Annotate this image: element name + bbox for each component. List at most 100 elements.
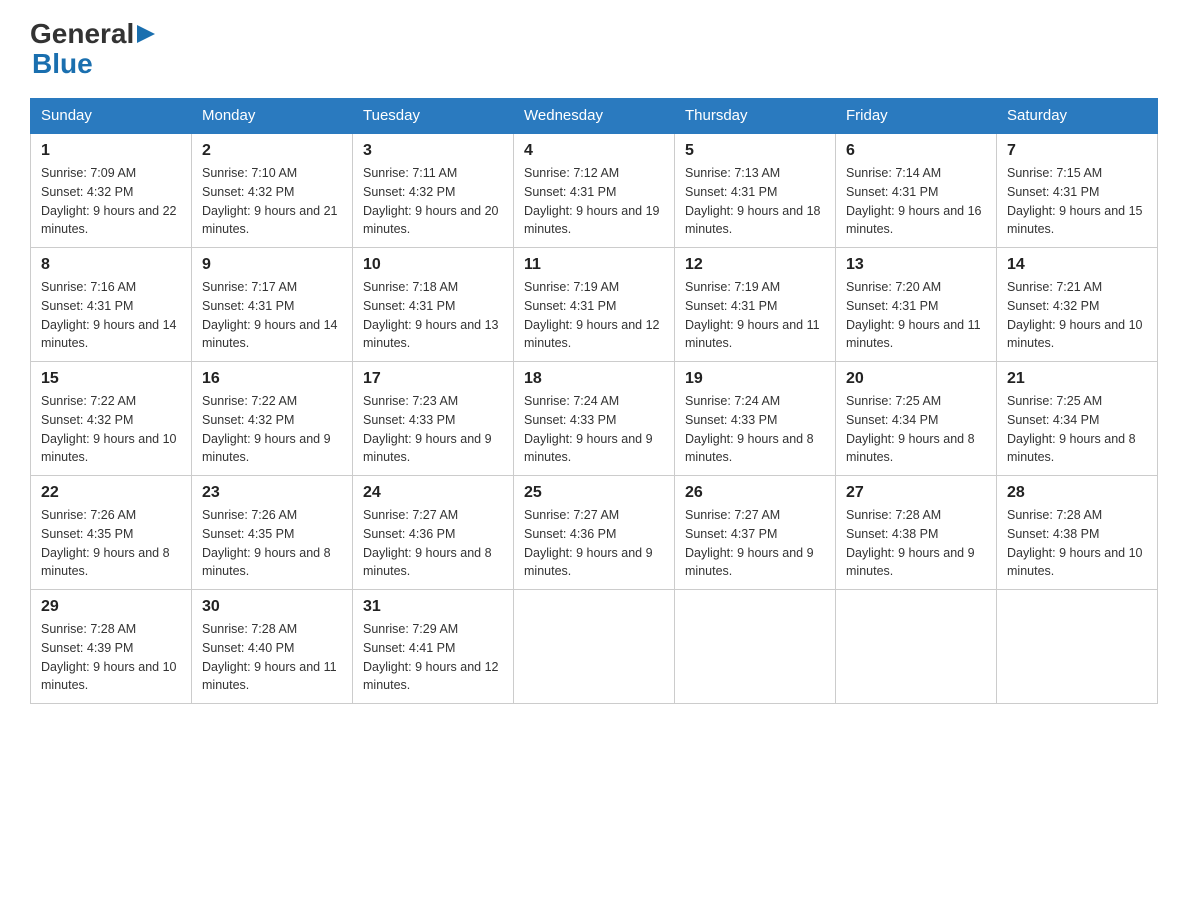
calendar-header-row: SundayMondayTuesdayWednesdayThursdayFrid… [31, 99, 1158, 134]
day-info: Sunrise: 7:25 AM Sunset: 4:34 PM Dayligh… [1007, 392, 1147, 467]
day-info: Sunrise: 7:10 AM Sunset: 4:32 PM Dayligh… [202, 164, 342, 239]
day-info: Sunrise: 7:14 AM Sunset: 4:31 PM Dayligh… [846, 164, 986, 239]
calendar-week-row: 22 Sunrise: 7:26 AM Sunset: 4:35 PM Dayl… [31, 476, 1158, 590]
calendar-day-cell: 21 Sunrise: 7:25 AM Sunset: 4:34 PM Dayl… [997, 362, 1158, 476]
calendar-header-monday: Monday [192, 99, 353, 134]
calendar-day-cell: 18 Sunrise: 7:24 AM Sunset: 4:33 PM Dayl… [514, 362, 675, 476]
day-number: 9 [202, 256, 342, 274]
calendar-header-saturday: Saturday [997, 99, 1158, 134]
day-number: 3 [363, 142, 503, 160]
day-number: 13 [846, 256, 986, 274]
calendar-day-cell: 1 Sunrise: 7:09 AM Sunset: 4:32 PM Dayli… [31, 133, 192, 248]
day-number: 2 [202, 142, 342, 160]
day-number: 19 [685, 370, 825, 388]
calendar-day-cell: 12 Sunrise: 7:19 AM Sunset: 4:31 PM Dayl… [675, 248, 836, 362]
day-info: Sunrise: 7:25 AM Sunset: 4:34 PM Dayligh… [846, 392, 986, 467]
day-number: 20 [846, 370, 986, 388]
day-number: 15 [41, 370, 181, 388]
calendar-day-cell: 20 Sunrise: 7:25 AM Sunset: 4:34 PM Dayl… [836, 362, 997, 476]
calendar-day-cell: 26 Sunrise: 7:27 AM Sunset: 4:37 PM Dayl… [675, 476, 836, 590]
calendar-day-cell [675, 590, 836, 704]
calendar-day-cell [836, 590, 997, 704]
calendar-header-friday: Friday [836, 99, 997, 134]
day-number: 4 [524, 142, 664, 160]
day-number: 5 [685, 142, 825, 160]
day-info: Sunrise: 7:24 AM Sunset: 4:33 PM Dayligh… [524, 392, 664, 467]
calendar-day-cell: 17 Sunrise: 7:23 AM Sunset: 4:33 PM Dayl… [353, 362, 514, 476]
day-info: Sunrise: 7:19 AM Sunset: 4:31 PM Dayligh… [685, 278, 825, 353]
day-number: 23 [202, 484, 342, 502]
calendar-day-cell: 22 Sunrise: 7:26 AM Sunset: 4:35 PM Dayl… [31, 476, 192, 590]
day-number: 8 [41, 256, 181, 274]
day-number: 11 [524, 256, 664, 274]
calendar-day-cell: 30 Sunrise: 7:28 AM Sunset: 4:40 PM Dayl… [192, 590, 353, 704]
calendar-header-thursday: Thursday [675, 99, 836, 134]
day-info: Sunrise: 7:27 AM Sunset: 4:37 PM Dayligh… [685, 506, 825, 581]
calendar-day-cell: 7 Sunrise: 7:15 AM Sunset: 4:31 PM Dayli… [997, 133, 1158, 248]
calendar-day-cell: 2 Sunrise: 7:10 AM Sunset: 4:32 PM Dayli… [192, 133, 353, 248]
calendar-day-cell [997, 590, 1158, 704]
calendar-day-cell: 28 Sunrise: 7:28 AM Sunset: 4:38 PM Dayl… [997, 476, 1158, 590]
calendar-day-cell: 9 Sunrise: 7:17 AM Sunset: 4:31 PM Dayli… [192, 248, 353, 362]
day-info: Sunrise: 7:19 AM Sunset: 4:31 PM Dayligh… [524, 278, 664, 353]
day-info: Sunrise: 7:20 AM Sunset: 4:31 PM Dayligh… [846, 278, 986, 353]
day-number: 28 [1007, 484, 1147, 502]
day-info: Sunrise: 7:27 AM Sunset: 4:36 PM Dayligh… [524, 506, 664, 581]
calendar-day-cell: 14 Sunrise: 7:21 AM Sunset: 4:32 PM Dayl… [997, 248, 1158, 362]
day-info: Sunrise: 7:28 AM Sunset: 4:38 PM Dayligh… [1007, 506, 1147, 581]
calendar-day-cell: 3 Sunrise: 7:11 AM Sunset: 4:32 PM Dayli… [353, 133, 514, 248]
calendar-day-cell: 19 Sunrise: 7:24 AM Sunset: 4:33 PM Dayl… [675, 362, 836, 476]
day-info: Sunrise: 7:28 AM Sunset: 4:40 PM Dayligh… [202, 620, 342, 695]
day-info: Sunrise: 7:22 AM Sunset: 4:32 PM Dayligh… [202, 392, 342, 467]
calendar-table: SundayMondayTuesdayWednesdayThursdayFrid… [30, 98, 1158, 704]
day-info: Sunrise: 7:18 AM Sunset: 4:31 PM Dayligh… [363, 278, 503, 353]
day-number: 17 [363, 370, 503, 388]
calendar-day-cell: 11 Sunrise: 7:19 AM Sunset: 4:31 PM Dayl… [514, 248, 675, 362]
calendar-day-cell: 24 Sunrise: 7:27 AM Sunset: 4:36 PM Dayl… [353, 476, 514, 590]
day-number: 30 [202, 598, 342, 616]
day-number: 1 [41, 142, 181, 160]
day-info: Sunrise: 7:27 AM Sunset: 4:36 PM Dayligh… [363, 506, 503, 581]
calendar-day-cell: 25 Sunrise: 7:27 AM Sunset: 4:36 PM Dayl… [514, 476, 675, 590]
day-number: 24 [363, 484, 503, 502]
day-number: 12 [685, 256, 825, 274]
day-number: 21 [1007, 370, 1147, 388]
day-info: Sunrise: 7:26 AM Sunset: 4:35 PM Dayligh… [41, 506, 181, 581]
calendar-header-sunday: Sunday [31, 99, 192, 134]
day-info: Sunrise: 7:09 AM Sunset: 4:32 PM Dayligh… [41, 164, 181, 239]
day-info: Sunrise: 7:11 AM Sunset: 4:32 PM Dayligh… [363, 164, 503, 239]
day-number: 18 [524, 370, 664, 388]
day-number: 7 [1007, 142, 1147, 160]
day-number: 16 [202, 370, 342, 388]
calendar-day-cell: 13 Sunrise: 7:20 AM Sunset: 4:31 PM Dayl… [836, 248, 997, 362]
calendar-day-cell: 29 Sunrise: 7:28 AM Sunset: 4:39 PM Dayl… [31, 590, 192, 704]
calendar-day-cell: 5 Sunrise: 7:13 AM Sunset: 4:31 PM Dayli… [675, 133, 836, 248]
day-number: 14 [1007, 256, 1147, 274]
logo-general-text: General [30, 20, 134, 48]
day-info: Sunrise: 7:28 AM Sunset: 4:38 PM Dayligh… [846, 506, 986, 581]
day-info: Sunrise: 7:15 AM Sunset: 4:31 PM Dayligh… [1007, 164, 1147, 239]
calendar-week-row: 15 Sunrise: 7:22 AM Sunset: 4:32 PM Dayl… [31, 362, 1158, 476]
day-number: 25 [524, 484, 664, 502]
day-number: 6 [846, 142, 986, 160]
calendar-week-row: 1 Sunrise: 7:09 AM Sunset: 4:32 PM Dayli… [31, 133, 1158, 248]
page-header: General Blue [30, 20, 1158, 78]
calendar-day-cell: 27 Sunrise: 7:28 AM Sunset: 4:38 PM Dayl… [836, 476, 997, 590]
day-number: 26 [685, 484, 825, 502]
calendar-day-cell: 8 Sunrise: 7:16 AM Sunset: 4:31 PM Dayli… [31, 248, 192, 362]
logo-arrow-icon [134, 23, 155, 45]
day-info: Sunrise: 7:29 AM Sunset: 4:41 PM Dayligh… [363, 620, 503, 695]
day-number: 31 [363, 598, 503, 616]
calendar-week-row: 8 Sunrise: 7:16 AM Sunset: 4:31 PM Dayli… [31, 248, 1158, 362]
calendar-day-cell: 23 Sunrise: 7:26 AM Sunset: 4:35 PM Dayl… [192, 476, 353, 590]
calendar-day-cell: 4 Sunrise: 7:12 AM Sunset: 4:31 PM Dayli… [514, 133, 675, 248]
day-info: Sunrise: 7:13 AM Sunset: 4:31 PM Dayligh… [685, 164, 825, 239]
calendar-day-cell: 31 Sunrise: 7:29 AM Sunset: 4:41 PM Dayl… [353, 590, 514, 704]
day-info: Sunrise: 7:21 AM Sunset: 4:32 PM Dayligh… [1007, 278, 1147, 353]
day-number: 22 [41, 484, 181, 502]
day-info: Sunrise: 7:23 AM Sunset: 4:33 PM Dayligh… [363, 392, 503, 467]
calendar-day-cell: 16 Sunrise: 7:22 AM Sunset: 4:32 PM Dayl… [192, 362, 353, 476]
logo-blue-text: Blue [32, 50, 93, 78]
day-info: Sunrise: 7:16 AM Sunset: 4:31 PM Dayligh… [41, 278, 181, 353]
day-number: 27 [846, 484, 986, 502]
